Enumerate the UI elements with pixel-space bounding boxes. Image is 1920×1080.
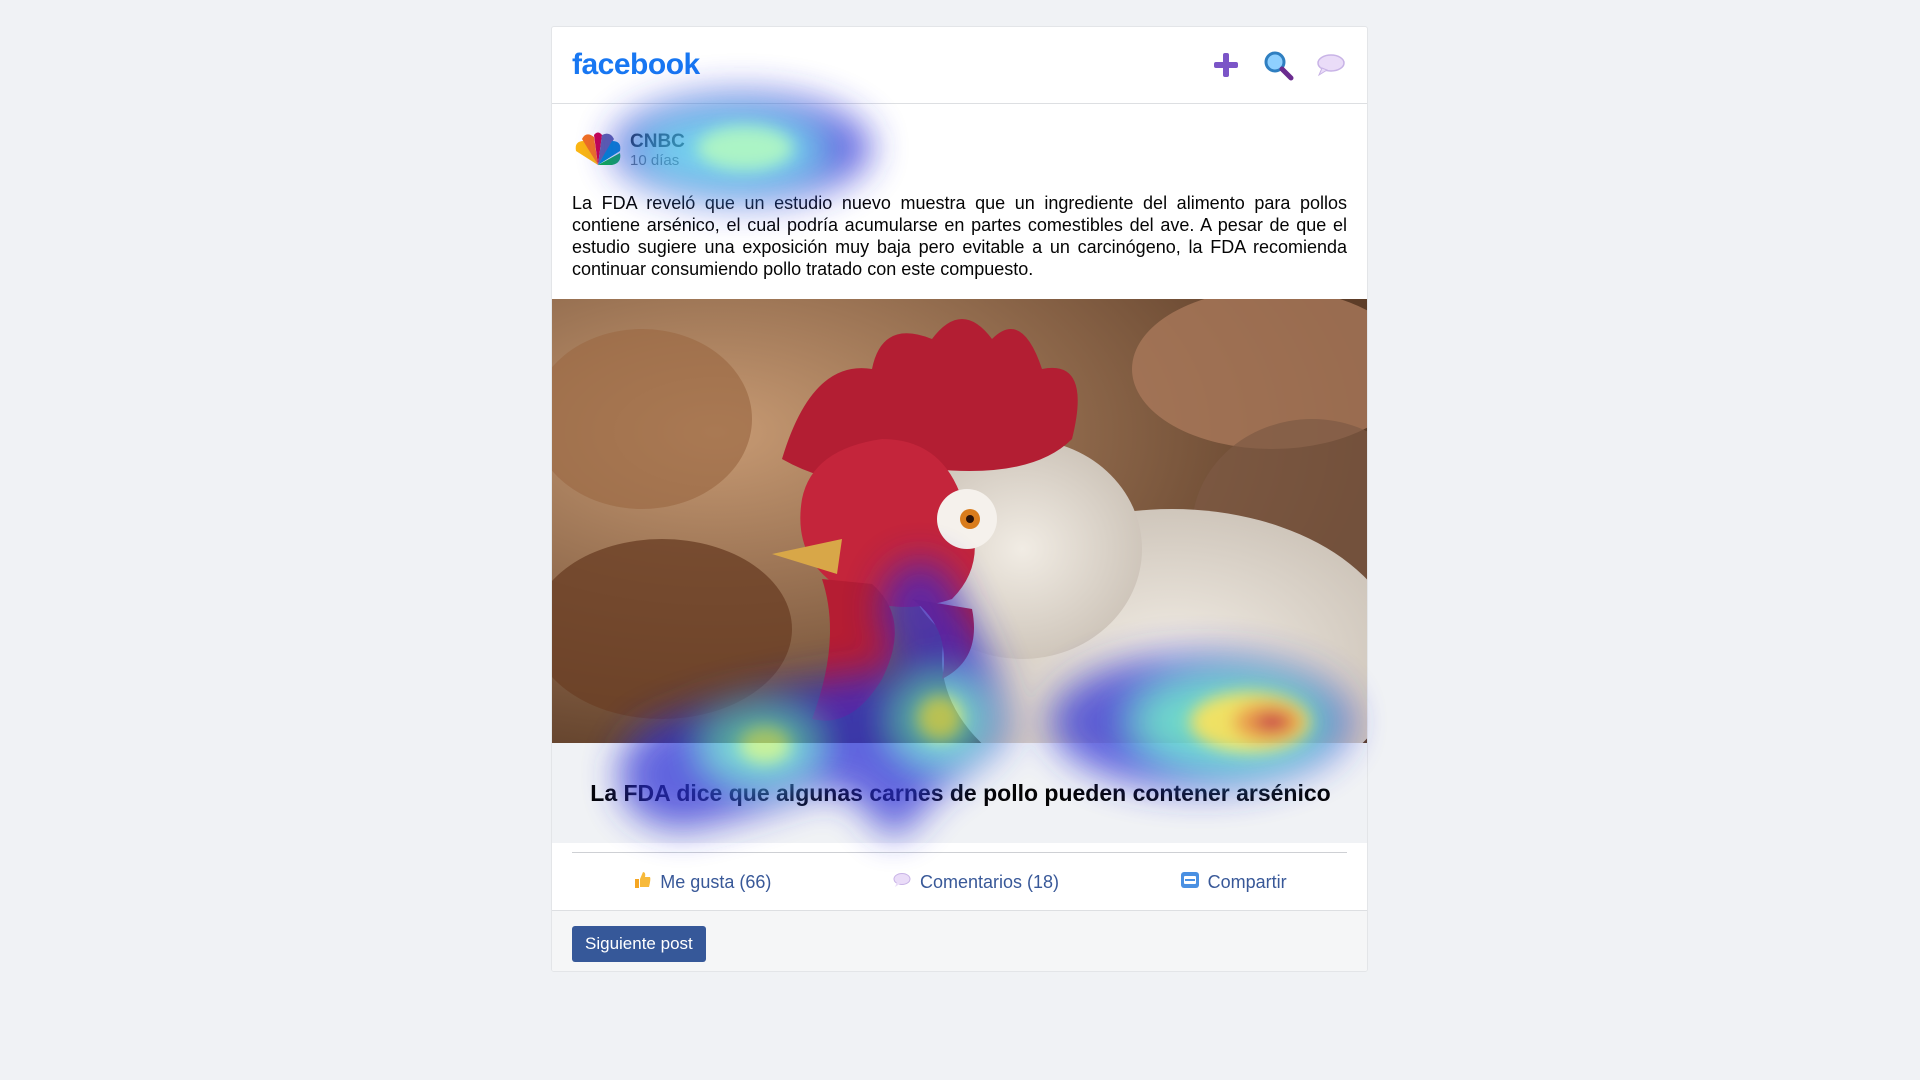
- thumbs-up-icon: [632, 870, 652, 895]
- actions-divider: [572, 852, 1347, 853]
- next-post-button[interactable]: Siguiente post: [572, 926, 706, 962]
- source-info: CNBC 10 días: [630, 132, 685, 170]
- search-icon[interactable]: [1261, 48, 1295, 82]
- post-photo[interactable]: [552, 299, 1367, 743]
- top-icons: [1209, 48, 1347, 82]
- comment-bubble-icon: [892, 871, 912, 894]
- share-icon: [1180, 870, 1200, 895]
- comments-label: Comentarios (18): [919, 871, 1060, 892]
- nbc-peacock-logo[interactable]: [572, 131, 624, 171]
- top-bar: facebook: [552, 27, 1367, 104]
- post-actions: Me gusta (66) Comentarios (18) Compartir: [572, 857, 1347, 907]
- share-label: Compartir: [1207, 871, 1287, 892]
- like-label: Me gusta (66): [660, 871, 772, 892]
- link-preview[interactable]: La FDA dice que algunas carnes de pollo …: [552, 743, 1367, 843]
- post-card: facebook CNBC 10 días La FDA reveló que …: [551, 26, 1368, 972]
- post-body: La FDA reveló que un estudio nuevo muest…: [572, 193, 1347, 279]
- source-name[interactable]: CNBC: [630, 132, 685, 152]
- article-headline[interactable]: La FDA dice que algunas carnes de pollo …: [590, 780, 1330, 807]
- share-button[interactable]: Compartir: [1180, 870, 1287, 895]
- post-header: CNBC 10 días: [552, 104, 1367, 178]
- like-button[interactable]: Me gusta (66): [632, 870, 771, 895]
- post-footer: Siguiente post: [552, 910, 1367, 971]
- chat-bubble-icon[interactable]: [1313, 48, 1347, 82]
- plus-icon[interactable]: [1209, 48, 1243, 82]
- comments-button[interactable]: Comentarios (18): [892, 871, 1059, 894]
- facebook-logo[interactable]: facebook: [572, 48, 700, 82]
- post-timestamp: 10 días: [630, 152, 680, 169]
